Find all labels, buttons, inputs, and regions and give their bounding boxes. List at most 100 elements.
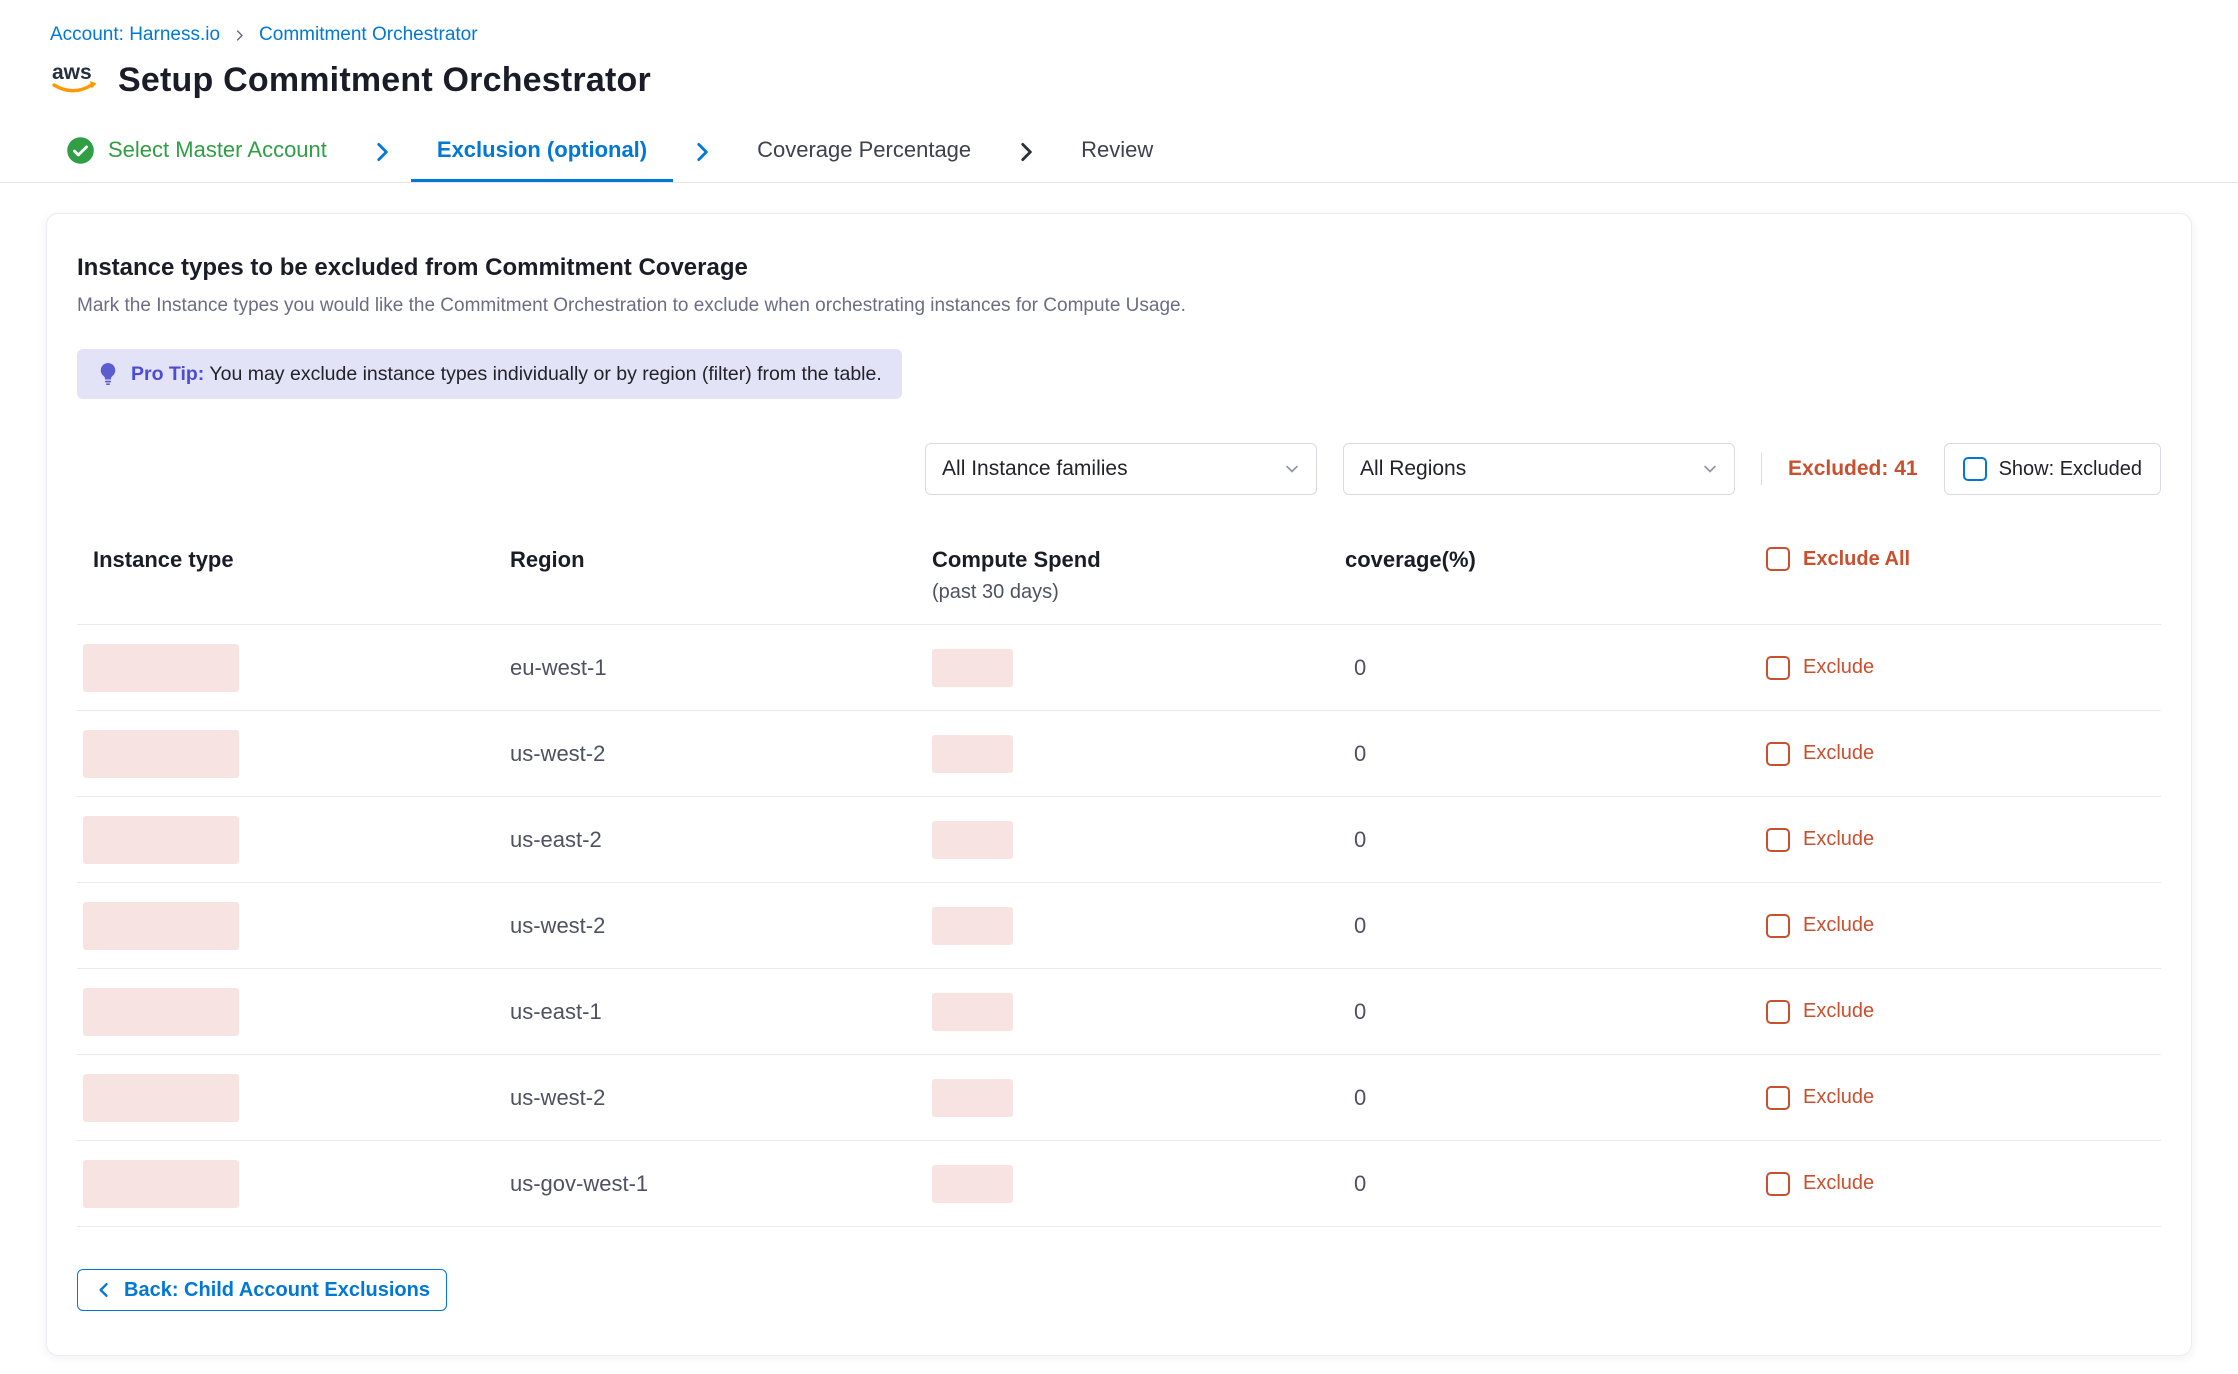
- header-region: Region: [510, 547, 932, 573]
- redacted-compute-spend: [932, 821, 1013, 859]
- header-instance-type: Instance type: [77, 547, 510, 573]
- exclude-all-control[interactable]: Exclude All: [1766, 547, 2161, 571]
- exclude-checkbox[interactable]: [1766, 1086, 1790, 1110]
- step-coverage-percentage[interactable]: Coverage Percentage: [731, 121, 997, 182]
- back-button-label: Back: Child Account Exclusions: [124, 1279, 430, 1302]
- header-coverage: coverage(%): [1345, 547, 1766, 573]
- redacted-compute-spend: [932, 907, 1013, 945]
- redacted-compute-spend: [932, 735, 1013, 773]
- regions-value: All Regions: [1360, 457, 1466, 481]
- step-review[interactable]: Review: [1055, 121, 1179, 182]
- exclude-control[interactable]: Exclude: [1766, 914, 2161, 938]
- exclude-label: Exclude: [1803, 1172, 1874, 1195]
- instance-families-value: All Instance families: [942, 457, 1128, 481]
- breadcrumb-page-link[interactable]: Commitment Orchestrator: [259, 24, 478, 46]
- filters-row: All Instance families All Regions Exclud…: [77, 443, 2161, 495]
- instance-families-select[interactable]: All Instance families: [925, 443, 1317, 495]
- chevron-down-icon: [1282, 459, 1302, 479]
- exclude-checkbox[interactable]: [1766, 828, 1790, 852]
- step-exclusion[interactable]: Exclusion (optional): [411, 121, 673, 182]
- section-title: Instance types to be excluded from Commi…: [77, 254, 2161, 282]
- redacted-instance-type: [83, 816, 239, 864]
- redacted-compute-spend: [932, 1079, 1013, 1117]
- aws-logo: aws: [50, 58, 102, 103]
- redacted-compute-spend: [932, 649, 1013, 687]
- step-select-master-account[interactable]: Select Master Account: [40, 121, 353, 182]
- back-button[interactable]: Back: Child Account Exclusions: [77, 1269, 447, 1311]
- redacted-instance-type: [83, 902, 239, 950]
- exclude-label: Exclude: [1803, 1086, 1874, 1109]
- step-label: Coverage Percentage: [757, 137, 971, 163]
- redacted-instance-type: [83, 988, 239, 1036]
- chevron-right-icon: [689, 121, 715, 182]
- step-label: Select Master Account: [108, 137, 327, 163]
- table-row: us-gov-west-1 0 Exclude: [77, 1141, 2161, 1227]
- chevron-left-icon: [94, 1280, 114, 1300]
- breadcrumb-account-link[interactable]: Account: Harness.io: [50, 24, 220, 46]
- header-compute-spend: Compute Spend (past 30 days): [932, 547, 1345, 604]
- row-region: us-east-2: [510, 827, 932, 853]
- page-title: Setup Commitment Orchestrator: [118, 61, 651, 100]
- exclusion-panel: Instance types to be excluded from Commi…: [46, 213, 2192, 1356]
- check-circle-icon: [66, 136, 95, 165]
- exclude-all-checkbox[interactable]: [1766, 547, 1790, 571]
- exclude-checkbox[interactable]: [1766, 914, 1790, 938]
- section-subtitle: Mark the Instance types you would like t…: [77, 295, 2161, 317]
- redacted-instance-type: [83, 1074, 239, 1122]
- exclude-control[interactable]: Exclude: [1766, 742, 2161, 766]
- exclude-checkbox[interactable]: [1766, 1172, 1790, 1196]
- show-excluded-toggle[interactable]: Show: Excluded: [1944, 443, 2161, 495]
- redacted-instance-type: [83, 730, 239, 778]
- table-row: us-west-2 0 Exclude: [77, 1055, 2161, 1141]
- table-row: eu-west-1 0 Exclude: [77, 625, 2161, 711]
- redacted-instance-type: [83, 1160, 239, 1208]
- exclude-control[interactable]: Exclude: [1766, 1172, 2161, 1196]
- row-coverage: 0: [1345, 913, 1766, 939]
- row-coverage: 0: [1345, 999, 1766, 1025]
- exclude-control[interactable]: Exclude: [1766, 1000, 2161, 1024]
- exclude-all-label: Exclude All: [1803, 548, 1910, 571]
- bulb-icon: [97, 362, 119, 386]
- regions-select[interactable]: All Regions: [1343, 443, 1735, 495]
- chevron-down-icon: [1700, 459, 1720, 479]
- step-label: Exclusion (optional): [437, 137, 647, 163]
- pro-tip-text: You may exclude instance types individua…: [209, 363, 881, 385]
- table-row: us-west-2 0 Exclude: [77, 883, 2161, 969]
- exclude-label: Exclude: [1803, 656, 1874, 679]
- breadcrumb-chevron-icon: [232, 28, 247, 43]
- exclude-control[interactable]: Exclude: [1766, 1086, 2161, 1110]
- table-row: us-east-2 0 Exclude: [77, 797, 2161, 883]
- show-excluded-label: Show: Excluded: [1999, 458, 2142, 481]
- row-region: us-west-2: [510, 741, 932, 767]
- table-row: us-east-1 0 Exclude: [77, 969, 2161, 1055]
- row-coverage: 0: [1345, 1085, 1766, 1111]
- row-region: us-east-1: [510, 999, 932, 1025]
- exclude-label: Exclude: [1803, 828, 1874, 851]
- row-region: eu-west-1: [510, 655, 932, 681]
- row-coverage: 0: [1345, 827, 1766, 853]
- exclude-control[interactable]: Exclude: [1766, 828, 2161, 852]
- pro-tip-label: Pro Tip:: [131, 363, 204, 385]
- exclude-checkbox[interactable]: [1766, 742, 1790, 766]
- table-header-row: Instance type Region Compute Spend (past…: [77, 547, 2161, 625]
- chevron-right-icon: [1013, 121, 1039, 182]
- show-excluded-checkbox[interactable]: [1963, 457, 1987, 481]
- exclude-checkbox[interactable]: [1766, 1000, 1790, 1024]
- excluded-count: Excluded: 41: [1788, 457, 1918, 481]
- stepper: Select Master Account Exclusion (optiona…: [0, 121, 2238, 183]
- redacted-compute-spend: [932, 1165, 1013, 1203]
- titlebar: aws Setup Commitment Orchestrator: [0, 46, 2238, 103]
- exclude-label: Exclude: [1803, 742, 1874, 765]
- step-label: Review: [1081, 137, 1153, 163]
- svg-text:aws: aws: [52, 61, 92, 84]
- exclusion-table: Instance type Region Compute Spend (past…: [77, 547, 2161, 1227]
- exclude-checkbox[interactable]: [1766, 656, 1790, 680]
- exclude-label: Exclude: [1803, 1000, 1874, 1023]
- breadcrumb: Account: Harness.io Commitment Orchestra…: [0, 0, 2238, 46]
- row-region: us-gov-west-1: [510, 1171, 932, 1197]
- header-compute-spend-sub: (past 30 days): [932, 581, 1345, 604]
- redacted-compute-spend: [932, 993, 1013, 1031]
- exclude-control[interactable]: Exclude: [1766, 656, 2161, 680]
- vertical-divider: [1761, 453, 1762, 485]
- exclude-label: Exclude: [1803, 914, 1874, 937]
